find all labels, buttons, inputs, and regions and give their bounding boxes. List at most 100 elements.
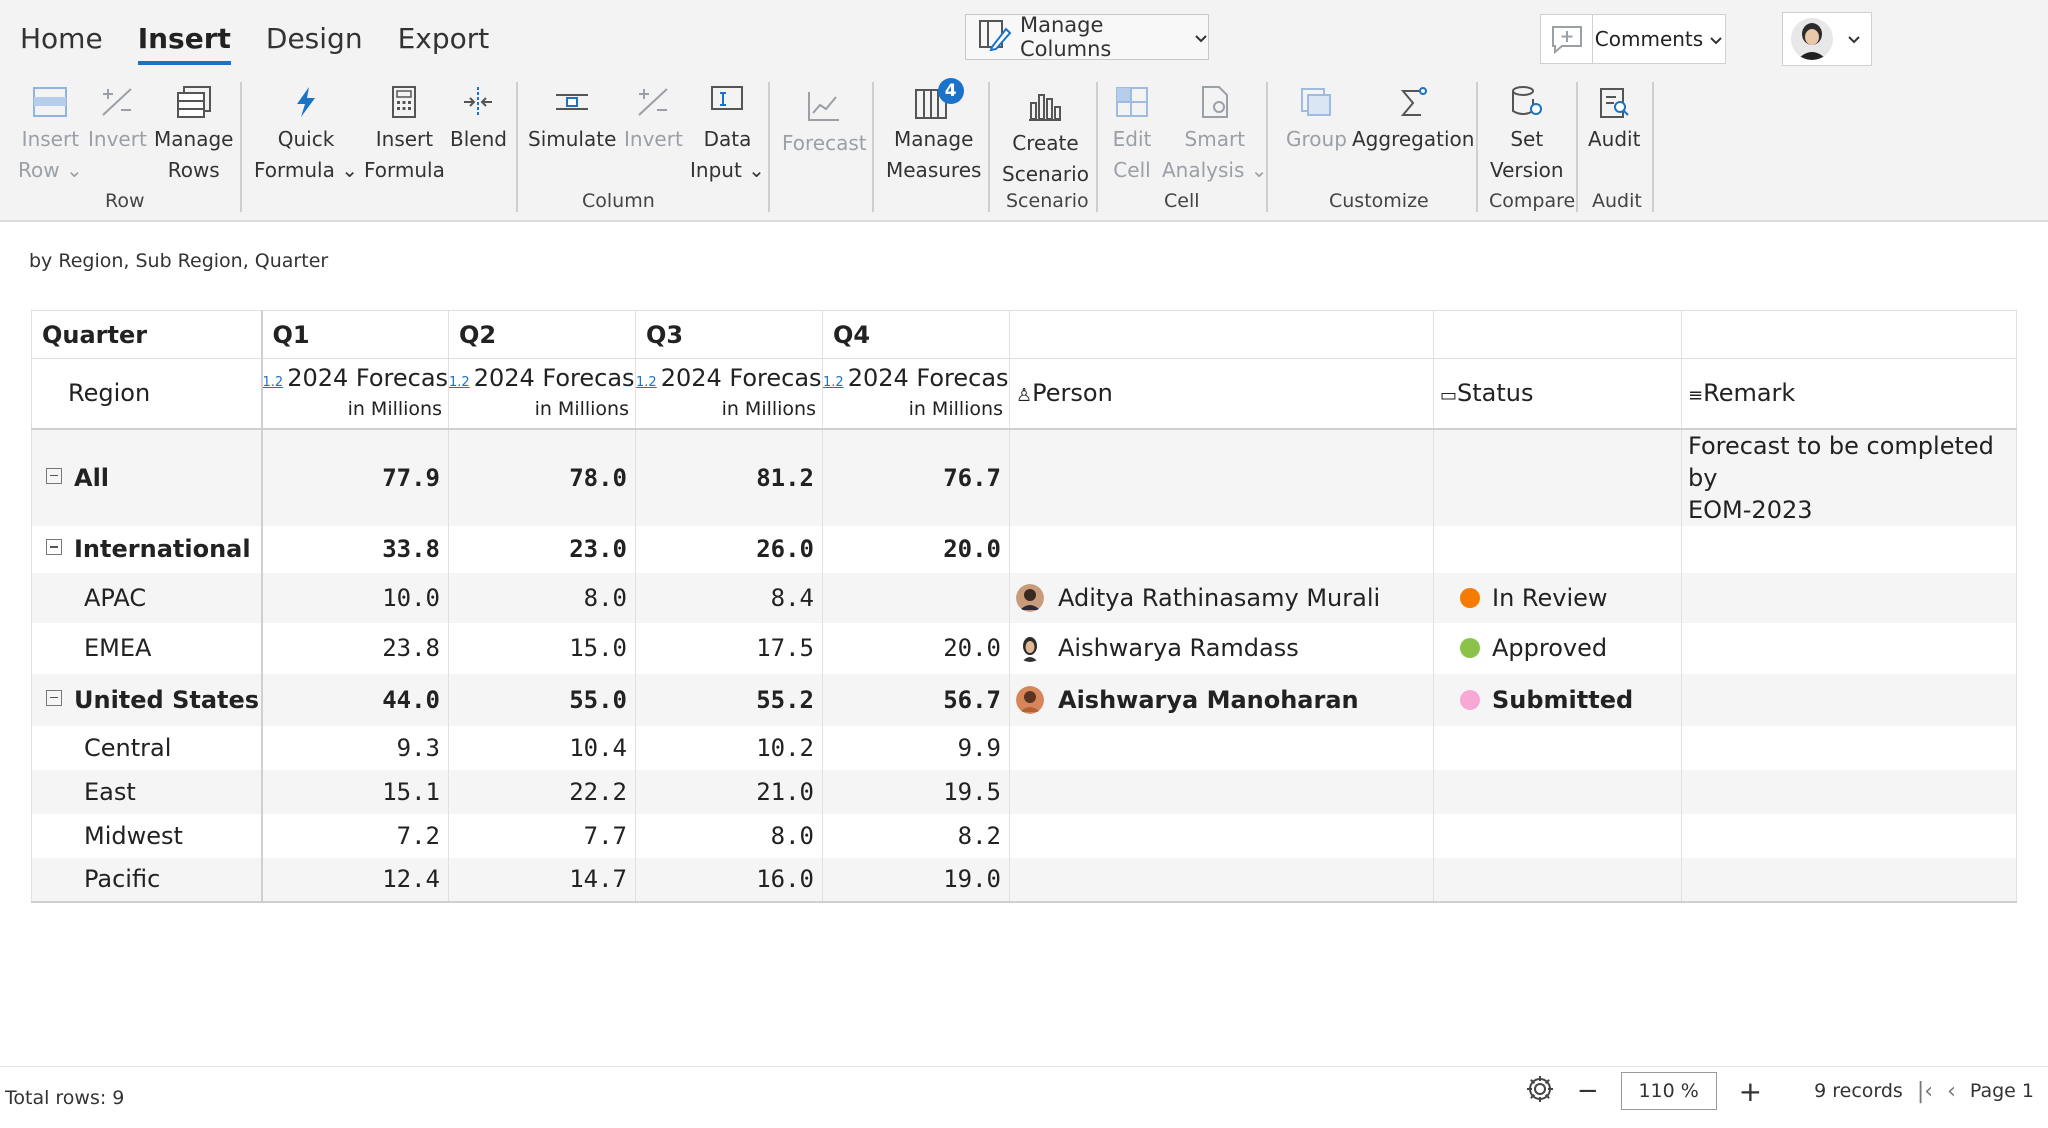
person-cell[interactable]: Aditya Rathinasamy Murali [1009,572,1434,623]
measures-count-badge: 4 [937,78,964,104]
insert-row-icon [30,82,70,122]
manage-rows-button[interactable]: Manage Rows [154,82,233,186]
zoom-out-button[interactable]: − [1569,1076,1607,1106]
q2-header[interactable]: Q2 [448,310,636,359]
gear-icon[interactable] [1525,1074,1555,1109]
table-row[interactable]: Pacific 12.4 14.7 16.0 19.0 [31,857,2017,903]
status-cell[interactable]: In Review [1433,572,1682,623]
avatar [1016,685,1044,714]
remark-header[interactable]: ≡Remark [1681,358,2017,430]
header-row-quarter: Quarter Q1 Q2 Q3 Q4 [31,310,2017,359]
manage-columns-button[interactable]: Manage Columns [965,13,1209,61]
smart-analysis-button[interactable]: Smart Analysis ⌄ [1162,82,1268,186]
tab-insert[interactable]: Insert [137,22,231,65]
table-row[interactable]: East 15.1 22.2 21.0 19.5 [31,769,2017,814]
measure-header[interactable]: 1.2 2024 Forecast in Millions [261,358,449,430]
avatar [1791,18,1833,60]
person-cell[interactable]: Aishwarya Ramdass [1009,622,1434,674]
simulate-button[interactable]: Simulate [528,82,616,155]
blend-button[interactable]: Blend [450,82,507,155]
collapse-icon[interactable] [46,467,62,484]
edit-cell-button[interactable]: Edit Cell [1112,82,1152,186]
header-row-measures: Region 1.2 2024 Forecast in Millions 1.2 20… [31,358,2017,430]
invert-column-button[interactable]: Invert [624,82,683,155]
group-label-customize: Customize [1329,190,1429,212]
tab-home[interactable]: Home [20,22,103,65]
slider-icon [552,82,592,122]
total-rows-label: Total rows: 9 [5,1086,125,1109]
comments-label: Comments [1594,27,1704,51]
audit-button[interactable]: Audit [1588,82,1640,155]
group-separator [768,82,770,212]
group-button[interactable]: Group [1286,82,1347,155]
q4-header[interactable]: Q4 [822,310,1010,359]
user-menu-button[interactable] [1782,12,1872,66]
remark-cell[interactable]: Forecast to be completed by EOM-2023 [1681,428,2017,526]
page-indicator: Page 1 [1969,1080,2034,1102]
comments-button[interactable]: Comments [1593,15,1725,63]
create-scenario-button[interactable]: Create Scenario [1002,86,1089,190]
group-label-cell: Cell [1164,190,1200,212]
blend-icon [458,82,498,122]
insert-formula-button[interactable]: Insert Formula [364,82,445,186]
forecast-button[interactable]: Forecast [782,86,867,159]
chevron-down-icon [1709,27,1723,51]
set-version-button[interactable]: Set Version [1490,82,1564,186]
status-cell[interactable]: Submitted [1433,673,1682,726]
tab-export[interactable]: Export [398,22,490,65]
person-header[interactable]: ♙Person [1009,358,1434,430]
remark-icon: ≡ [1688,385,1704,407]
pager: − 110 % + 9 records |‹ ‹ Page 1 [1525,1072,2034,1110]
numeric-type-icon: 1.2 [262,374,284,390]
ribbon: Home Insert Design Export Manage Columns… [0,0,2048,222]
table-row[interactable]: APAC 10.0 8.0 8.4 Aditya Rathinasamy Mur… [31,572,2017,623]
quick-formula-button[interactable]: Quick Formula ⌄ [254,82,358,186]
forecast-chart-icon [804,86,844,126]
person-cell[interactable]: Aishwarya Manoharan [1009,673,1434,726]
status-header[interactable]: ▭Status [1433,358,1682,430]
collapse-icon[interactable] [46,689,62,706]
zoom-input[interactable]: 110 % [1620,1072,1717,1110]
first-page-icon[interactable]: |‹ [1917,1079,1933,1104]
add-comment-icon[interactable] [1541,15,1593,63]
manage-measures-button[interactable]: 4 Manage Measures [886,78,981,186]
status-cell[interactable]: Approved [1433,622,1682,674]
table-row[interactable]: United States 44.0 55.0 55.2 56.7 Aishwa… [31,673,2017,726]
chevron-down-icon [1194,25,1208,49]
q1-header[interactable]: Q1 [261,310,449,359]
insert-row-button[interactable]: Insert Row ⌄ [18,82,83,186]
table-row[interactable]: All 77.9 78.0 81.2 76.7 Forecast to be c… [31,428,2017,526]
report-subtitle: by Region, Sub Region, Quarter [29,250,329,272]
status-dot [1460,587,1480,608]
data-input-button[interactable]: Data Input ⌄ [690,82,765,186]
calculator-icon [384,82,424,122]
status-icon: ▭ [1440,385,1458,407]
group-separator [1652,82,1654,212]
records-count: 9 records [1814,1080,1903,1102]
collapse-icon[interactable] [46,539,62,555]
group-separator [516,82,518,212]
status-dot [1460,689,1480,710]
measure-header[interactable]: 1.2 2024 Forecast in Millions [635,358,823,430]
zoom-in-button[interactable]: + [1731,1075,1770,1108]
numeric-type-icon: 1.2 [823,374,844,390]
previous-page-icon[interactable]: ‹ [1947,1079,1956,1104]
aggregation-button[interactable]: Aggregation [1352,82,1474,155]
database-gear-icon [1507,82,1547,122]
group-separator [1266,82,1268,212]
person-icon: ♙ [1016,385,1033,407]
measure-header[interactable]: 1.2 2024 Forecast in Millions [448,358,636,430]
table-row[interactable]: International 33.8 23.0 26.0 20.0 [31,525,2017,573]
group-label-scenario: Scenario [1006,190,1089,212]
table-row[interactable]: EMEA 23.8 15.0 17.5 20.0 Aishwarya Ramda… [31,622,2017,674]
q3-header[interactable]: Q3 [635,310,823,359]
manage-columns-label: Manage Columns [1020,13,1112,61]
group-icon [1296,82,1336,122]
measure-header[interactable]: 1.2 2024 Forecast in Millions [822,358,1010,430]
region-header[interactable]: Region [31,358,263,430]
invert-row-button[interactable]: Invert [88,82,147,155]
table-row[interactable]: Central 9.3 10.4 10.2 9.9 [31,725,2017,770]
tab-design[interactable]: Design [266,22,363,65]
table-row[interactable]: Midwest 7.2 7.7 8.0 8.2 [31,813,2017,858]
comments-group: Comments [1540,14,1726,64]
